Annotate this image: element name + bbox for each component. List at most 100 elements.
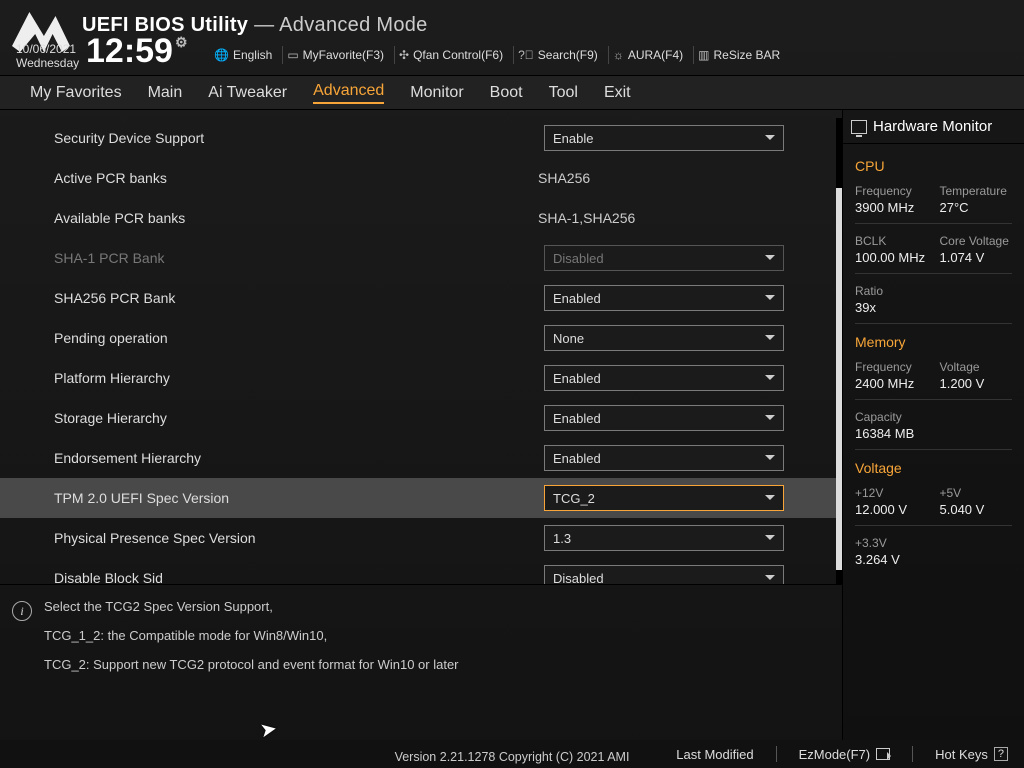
setting-label: Available PCR banks [54,210,544,226]
chevron-down-icon [765,455,775,465]
setting-readonly-value: SHA256 [538,170,824,186]
quick-search[interactable]: ?⃝Search(F9) [513,46,602,64]
quick-favorite[interactable]: ▭MyFavorite(F3) [282,46,388,64]
setting-select[interactable]: TCG_2 [544,485,784,511]
setting-label: Disable Block Sid [54,570,544,584]
sun-icon: ☼ [613,48,624,62]
info-icon: i [12,601,32,621]
tab-exit[interactable]: Exit [604,84,631,102]
setting-row[interactable]: Disable Block Sid Disabled [0,558,842,584]
setting-label: SHA-1 PCR Bank [54,250,544,266]
setting-select: Disabled [544,245,784,271]
quick-resizebar[interactable]: ▥ReSize BAR [693,46,784,64]
setting-row[interactable]: SHA-1 PCR Bank Disabled [0,238,842,278]
setting-value: Disabled [553,251,604,266]
setting-value: Disabled [553,571,604,585]
question-icon: ? [994,747,1008,761]
setting-row[interactable]: TPM 2.0 UEFI Spec Version TCG_2 [0,478,842,518]
chevron-down-icon [765,375,775,385]
setting-row[interactable]: Pending operation None [0,318,842,358]
window-icon: ▭ [287,48,298,62]
setting-select[interactable]: Enabled [544,445,784,471]
setting-select[interactable]: Disabled [544,565,784,584]
tab-main[interactable]: Main [148,84,183,102]
quick-aura[interactable]: ☼AURA(F4) [608,46,687,64]
setting-row[interactable]: Platform Hierarchy Enabled [0,358,842,398]
header-date: 10/06/2021 Wednesday [16,42,79,70]
last-modified-button[interactable]: Last Modified [676,747,753,762]
chevron-down-icon [765,575,775,584]
setting-row[interactable]: Endorsement Hierarchy Enabled [0,438,842,478]
tab-monitor[interactable]: Monitor [410,84,463,102]
setting-select[interactable]: Enabled [544,365,784,391]
chevron-down-icon [765,135,775,145]
bottom-bar: Last Modified EzMode(F7) Hot Keys? Versi… [0,740,1024,768]
setting-select[interactable]: None [544,325,784,351]
quickbar: 🌐English ▭MyFavorite(F3) ✣Qfan Control(F… [210,46,784,64]
setting-row[interactable]: Security Device Support Enable [0,118,842,158]
exit-icon [876,748,890,760]
chevron-down-icon [765,415,775,425]
hw-section-cpu: CPU [855,158,1012,174]
setting-value: Enabled [553,451,601,466]
header-time[interactable]: 12:59⚙ [86,32,188,71]
help-line: TCG_1_2: the Compatible mode for Win8/Wi… [44,628,824,643]
settings-list: Security Device Support Enable Active PCR … [0,118,842,584]
setting-label: Storage Hierarchy [54,410,544,426]
setting-value: None [553,331,584,346]
setting-select[interactable]: Enabled [544,405,784,431]
tab-my-favorites[interactable]: My Favorites [30,84,122,102]
setting-label: TPM 2.0 UEFI Spec Version [54,490,544,506]
setting-select[interactable]: Enabled [544,285,784,311]
header-bar: UEFI BIOS Utility — Advanced Mode 10/06/… [0,0,1024,76]
title-mode: Advanced Mode [279,14,427,36]
tab-ai-tweaker[interactable]: Ai Tweaker [208,84,287,102]
scrollbar-thumb[interactable] [836,188,842,570]
tab-boot[interactable]: Boot [490,84,523,102]
setting-readonly-value: SHA-1,SHA256 [538,210,824,226]
scrollbar[interactable] [836,118,842,584]
setting-row: Active PCR banksSHA256 [0,158,842,198]
setting-label: SHA256 PCR Bank [54,290,544,306]
setting-row[interactable]: Physical Presence Spec Version1.3 [0,518,842,558]
quick-language[interactable]: 🌐English [210,46,276,64]
setting-value: TCG_2 [553,491,595,506]
setting-row: Available PCR banksSHA-1,SHA256 [0,198,842,238]
setting-label: Active PCR banks [54,170,544,186]
setting-value: Enable [553,131,593,146]
chevron-down-icon [765,295,775,305]
globe-icon: 🌐 [214,48,229,62]
setting-select[interactable]: 1.3 [544,525,784,551]
chevron-down-icon [765,495,775,505]
setting-label: Platform Hierarchy [54,370,544,386]
setting-select[interactable]: Enable [544,125,784,151]
tab-advanced[interactable]: Advanced [313,82,384,104]
setting-row[interactable]: SHA256 PCR Bank Enabled [0,278,842,318]
chevron-down-icon [765,255,775,265]
gear-icon[interactable]: ⚙ [175,34,188,51]
search-icon: ?⃝ [518,48,534,62]
ezmode-button[interactable]: EzMode(F7) [799,747,891,762]
monitor-icon [851,120,867,134]
chevron-down-icon [765,335,775,345]
help-line: TCG_2: Support new TCG2 protocol and eve… [44,657,824,672]
settings-panel: Security Device Support Enable Active PCR … [0,110,842,740]
hotkeys-button[interactable]: Hot Keys? [935,747,1008,762]
quick-qfan[interactable]: ✣Qfan Control(F6) [394,46,507,64]
help-line: Select the TCG2 Spec Version Support, [44,599,824,614]
hardware-monitor: Hardware Monitor CPU Frequency3900 MHz T… [842,110,1024,740]
hw-section-memory: Memory [855,334,1012,350]
version-text: Version 2.21.1278 Copyright (C) 2021 AMI [395,750,630,764]
setting-row[interactable]: Storage Hierarchy Enabled [0,398,842,438]
main-area: Security Device Support Enable Active PCR … [0,110,1024,740]
tab-tool[interactable]: Tool [549,84,578,102]
setting-label: Security Device Support [54,130,544,146]
setting-value: Enabled [553,411,601,426]
help-panel: i Select the TCG2 Spec Version Support, … [0,584,842,696]
setting-label: Pending operation [54,330,544,346]
main-tabs: My Favorites Main Ai Tweaker Advanced Monito… [0,76,1024,110]
bar-icon: ▥ [698,48,709,62]
setting-value: Enabled [553,291,601,306]
setting-label: Endorsement Hierarchy [54,450,544,466]
setting-value: Enabled [553,371,601,386]
